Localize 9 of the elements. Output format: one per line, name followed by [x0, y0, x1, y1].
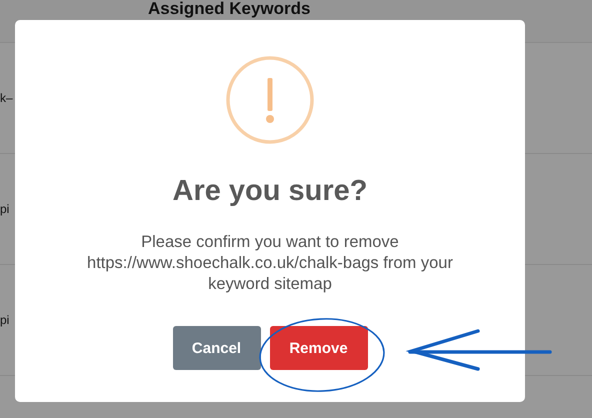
dialog-title: Are you sure?	[172, 175, 368, 208]
cancel-button[interactable]: Cancel	[172, 326, 260, 370]
row-text: k–	[0, 91, 13, 105]
remove-button[interactable]: Remove	[270, 326, 368, 370]
warning-icon	[225, 55, 315, 145]
page-heading: Assigned Keywords	[148, 0, 310, 20]
row-text: pi	[0, 202, 10, 216]
dialog-message: Please confirm you want to remove https://www.shoechalk.co.uk/chalk-bags from your keyword sitemap	[86, 232, 454, 295]
row-text: pi	[0, 313, 10, 327]
